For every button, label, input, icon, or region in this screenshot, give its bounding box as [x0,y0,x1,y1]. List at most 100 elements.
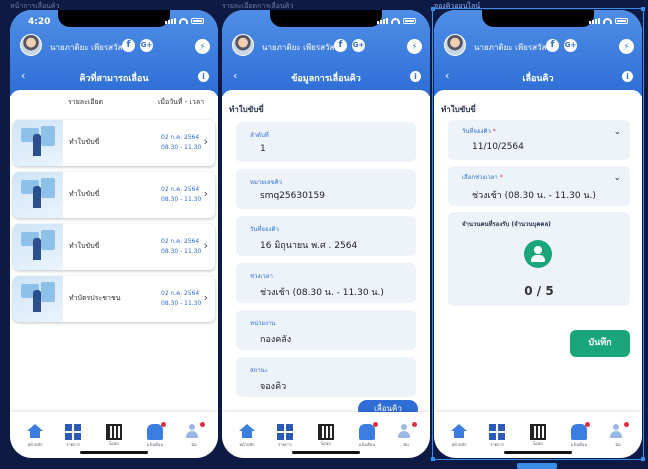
list-item[interactable]: ทำใบขับขี่ 02 ก.ค. 2564 08.30 - 11.30 › [13,120,215,166]
app-header: 4:20 นายภาติยะ เพียรสวัสดิ์ f G+ ⚡ ‹ คิว… [10,10,218,96]
app-header: นายภาติยะ เพียรสวัสดิ์ f G+ ⚡ ‹ ข้อมูลกา… [222,10,430,96]
messenger-icon[interactable]: ⚡ [619,39,634,54]
save-button[interactable]: บันทึก [570,330,630,357]
phone-screen-postpone-form: นายภาติยะ เพียรสวัสดิ์ f G+ ⚡ ‹ เลื่อนคิ… [434,10,642,458]
field-value: 1 [260,144,266,154]
home-icon [239,424,255,440]
tab-notifications[interactable]: แจ้งเตือน [559,422,599,448]
facebook-icon[interactable]: f [546,39,559,52]
tab-notifications[interactable]: แจ้งเตือน [347,422,387,448]
signal-icon [589,18,600,24]
wifi-icon [391,18,400,24]
bell-icon [359,422,378,440]
field-label: ช่วงเวลา [250,273,273,280]
tab-notifications[interactable]: แจ้งเตือน [135,422,175,448]
google-plus-icon[interactable]: G+ [352,39,365,52]
required-mark: * [499,174,503,181]
notification-dot [373,422,378,427]
tab-profile[interactable]: ฉัน [386,422,426,448]
tab-home[interactable]: หน้าหลัก [439,424,479,448]
avatar[interactable] [20,34,42,56]
messenger-icon[interactable]: ⚡ [195,39,210,54]
notch [482,10,594,27]
tab-label: รายการ [66,442,80,447]
time-slot-select[interactable]: เลือกช่วงเวลา * ช่วงเช้า (08.30 น. - 11.… [448,166,630,206]
grid-icon [277,424,293,440]
grid-icon [489,424,505,440]
chevron-right-icon: › [203,187,208,200]
tab-label: แจ้งเตือน [147,442,163,447]
tab-home[interactable]: หน้าหลัก [15,424,55,448]
field-label-text: เลือกช่วงเวลา [462,174,498,181]
chevron-right-icon: › [203,291,208,304]
chevron-down-icon[interactable]: ⌄ [613,173,621,183]
info-icon[interactable]: i [198,71,209,82]
booking-date-value: 11/10/2564 [472,142,524,152]
field-label: ลำดับที่ [250,132,269,139]
field-label: เลือกช่วงเวลา * [462,172,503,182]
capacity-card: จำนวนคนที่รองรับ (จำนวนบุคคล) 0 / 5 [448,212,630,306]
chevron-down-icon[interactable]: ⌄ [613,127,621,137]
tab-list[interactable]: รายการ [477,424,517,448]
field-value: smq25630159 [260,191,325,201]
list-item[interactable]: ทำใบขับขี่ 02 ก.ค. 2564 08.30 - 11.30 › [13,224,215,270]
list-item[interactable]: ทำใบขับขี่ 02 ก.ค. 2564 08.30 - 11.30 › [13,172,215,218]
chevron-right-icon: › [203,239,208,252]
list-item-datetime: 02 ก.ค. 2564 08.30 - 11.30 [161,289,201,309]
battery-icon [191,18,204,24]
facebook-icon[interactable]: f [122,39,135,52]
notification-dot [412,422,417,427]
avatar[interactable] [232,34,254,56]
phone-screen-postpone-list: 4:20 นายภาติยะ เพียรสวัสดิ์ f G+ ⚡ ‹ คิว… [10,10,218,458]
tab-label: ฉัน [615,442,621,447]
detail-field-department: หน่วยงาน กองคลัง [236,310,416,350]
google-plus-icon[interactable]: G+ [140,39,153,52]
section-title: ทำใบขับขี่ [229,105,264,114]
tab-scan[interactable]: Scan [306,424,346,446]
tab-profile[interactable]: ฉัน [174,422,214,448]
notification-dot [624,422,629,427]
tab-profile[interactable]: ฉัน [598,422,638,448]
tab-scan[interactable]: Scan [518,424,558,446]
tab-label: หน้าหลัก [27,442,43,447]
list-item-time: 08.30 - 11.30 [161,300,202,307]
detail-field-order: ลำดับที่ 1 [236,122,416,162]
messenger-icon[interactable]: ⚡ [407,39,422,54]
tab-home[interactable]: หน้าหลัก [227,424,267,448]
time-slot-value: ช่วงเช้า (08.30 น. - 11.30 น.) [472,191,596,201]
list-item[interactable]: ทำบัตรประชาชน 02 ก.ค. 2564 08.30 - 11.30 … [13,276,215,322]
notification-dot [200,422,205,427]
notification-dot [585,422,590,427]
bell-icon [147,422,166,440]
notification-dot [161,422,166,427]
booking-date-field[interactable]: วันที่จองคิว * 11/10/2564 ⌄ [448,120,630,160]
service-illustration [13,172,63,218]
tab-list[interactable]: รายการ [53,424,93,448]
list-item-label: ทำใบขับขี่ [69,242,100,250]
avatar[interactable] [444,34,466,56]
tab-label: รายการ [278,442,292,447]
tab-list[interactable]: รายการ [265,424,305,448]
section-title: ทำใบขับขี่ [441,105,476,114]
user-name: นายภาติยะ เพียรสวัสดิ์ [50,43,128,52]
list-item-label: ทำใบขับขี่ [69,138,100,146]
tab-scan[interactable]: Scan [94,424,134,446]
phone-screen-postpone-detail: นายภาติยะ เพียรสวัสดิ์ f G+ ⚡ ‹ ข้อมูลกา… [222,10,430,458]
wifi-icon [603,18,612,24]
list-item-date: 02 ก.ค. 2564 [161,186,200,193]
person-icon [524,240,552,268]
dimension-badge [517,463,557,469]
qr-scan-icon [318,424,334,440]
bottom-tab-bar: หน้าหลัก รายการ Scan แจ้งเตือน ฉัน [434,412,642,458]
tab-label: Scan [321,441,331,446]
info-icon[interactable]: i [622,71,633,82]
bottom-tab-bar: หน้าหลัก รายการ Scan แจ้งเตือน ฉัน [222,412,430,458]
page-title: เลื่อนคิว [522,74,554,84]
field-label: หน่วยงาน [250,320,276,327]
info-icon[interactable]: i [410,71,421,82]
facebook-icon[interactable]: f [334,39,347,52]
status-icons [165,18,204,24]
field-label-text: วันที่จองคิว [462,128,491,135]
google-plus-icon[interactable]: G+ [564,39,577,52]
tab-label: รายการ [490,442,504,447]
